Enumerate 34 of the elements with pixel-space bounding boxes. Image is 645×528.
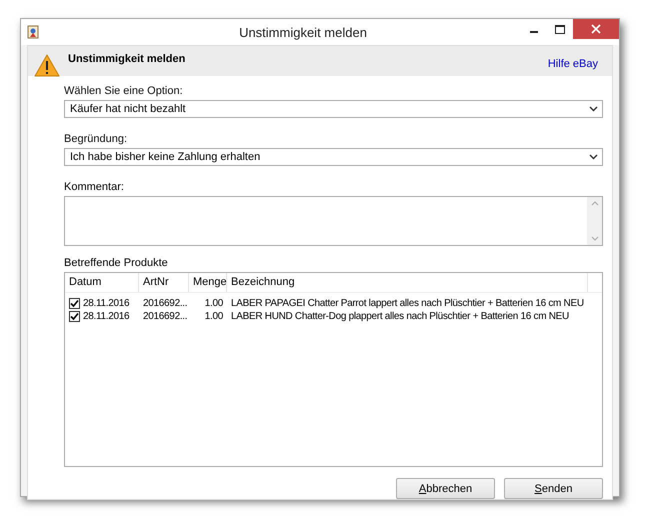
table-cell: 28.11.2016: [83, 298, 130, 309]
comment-field[interactable]: [64, 196, 603, 246]
field-label: Begründung:: [64, 133, 127, 145]
help-link[interactable]: Hilfe eBay: [548, 58, 598, 70]
header-title: Unstimmigkeit melden: [68, 53, 186, 65]
field-label: Wählen Sie eine Option:: [64, 85, 183, 97]
scroll-down-icon: [590, 236, 598, 241]
column-header[interactable]: Menge: [189, 273, 227, 293]
dropdown[interactable]: Käufer hat nicht bezahlt: [64, 100, 603, 118]
section-label: Betreffende Produkte: [64, 257, 168, 269]
table-cell: 1.00: [204, 311, 223, 322]
close-button[interactable]: [573, 19, 619, 39]
checkbox[interactable]: [69, 298, 80, 309]
maximize-icon: [555, 24, 565, 34]
column-header[interactable]: ArtNr: [139, 273, 189, 293]
table-cell: 1.00: [204, 298, 223, 309]
warning-icon: [34, 54, 60, 77]
dialog-button[interactable]: Senden: [504, 478, 603, 499]
table-cell: LABER HUND Chatter-Dog plappert alles nach Plüschtier + Batterien 16 cm NEU: [231, 311, 569, 322]
window-title: Unstimmigkeit melden: [238, 24, 368, 40]
table-cell: 28.11.2016: [83, 311, 130, 322]
scroll-up-icon: [590, 201, 598, 206]
column-header[interactable]: Bezeichnung: [227, 273, 588, 293]
table-cell: 2016692...: [143, 298, 188, 309]
close-icon: [591, 24, 601, 34]
dialog-button[interactable]: Abbrechen: [396, 478, 495, 499]
table-cell: LABER PAPAGEI Chatter Parrot lappert alles nach Plüschtier + Batterien 16 cm NEU: [231, 298, 584, 309]
table-cell: 2016692...: [143, 311, 188, 322]
checkbox[interactable]: [69, 311, 80, 322]
field-label: Kommentar:: [64, 181, 124, 193]
dropdown[interactable]: Ich habe bisher keine Zahlung erhalten: [64, 148, 603, 166]
column-header[interactable]: Datum: [65, 273, 139, 293]
minimize-icon: [530, 31, 538, 33]
app-icon: [27, 25, 39, 39]
